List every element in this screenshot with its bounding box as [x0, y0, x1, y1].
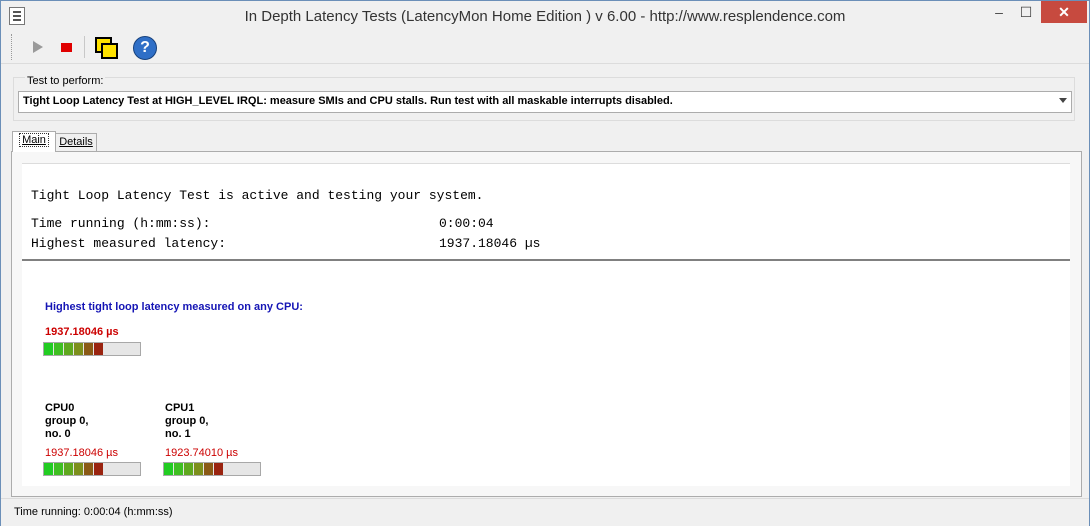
status-bar-text: Time running: 0:00:04 (h:mm:ss): [14, 506, 173, 518]
overall-meter: [43, 342, 141, 356]
chevron-down-icon[interactable]: [1059, 98, 1067, 103]
meter-segment: [84, 463, 93, 475]
cpu1-label: CPU1 group 0, no. 1: [165, 402, 209, 440]
stop-icon[interactable]: [55, 35, 79, 59]
meter-segment: [54, 463, 63, 475]
meter-segment: [64, 463, 73, 475]
tab-details[interactable]: Details: [55, 133, 97, 152]
window-title: In Depth Latency Tests (LatencyMon Home …: [244, 8, 846, 25]
meter-segment: [74, 343, 83, 355]
cpu1-meter: [163, 462, 261, 476]
meter-segment: [204, 463, 213, 475]
meter-segment: [214, 463, 223, 475]
toolbar-separator: [84, 36, 85, 58]
overall-value: 1937.18046 µs: [45, 326, 119, 338]
toolbar: ?: [1, 31, 1089, 64]
play-icon[interactable]: [25, 35, 49, 59]
meter-segment: [194, 463, 203, 475]
status-line: Tight Loop Latency Test is active and te…: [31, 188, 484, 203]
test-label: Test to perform:: [25, 75, 106, 87]
test-select-value: Tight Loop Latency Test at HIGH_LEVEL IR…: [23, 95, 673, 107]
cpu0-label: CPU0 group 0, no. 0: [45, 402, 89, 440]
maximize-button[interactable]: ☐: [1013, 1, 1039, 23]
meter-segment: [44, 463, 53, 475]
meter-segment: [94, 343, 103, 355]
help-icon[interactable]: ?: [132, 35, 157, 60]
title-bar[interactable]: In Depth Latency Tests (LatencyMon Home …: [1, 1, 1089, 31]
time-running-label: Time running (h:mm:ss):: [31, 216, 211, 231]
toolbar-grip[interactable]: [11, 34, 16, 60]
meter-segment: [64, 343, 73, 355]
info-box: Tight Loop Latency Test is active and te…: [22, 163, 1070, 260]
windows-icon[interactable]: [93, 35, 118, 59]
highest-latency-label: Highest measured latency:: [31, 236, 227, 251]
tab-main[interactable]: Main: [12, 131, 56, 152]
graph-box: Highest tight loop latency measured on a…: [22, 262, 1070, 486]
time-running-value: 0:00:04: [439, 216, 494, 231]
minimize-button[interactable]: –: [985, 1, 1013, 23]
cpu0-meter: [43, 462, 141, 476]
overall-label: Highest tight loop latency measured on a…: [45, 301, 303, 313]
status-bar: Time running: 0:00:04 (h:mm:ss): [1, 498, 1089, 526]
meter-segment: [54, 343, 63, 355]
meter-segment: [84, 343, 93, 355]
cpu0-value: 1937.18046 µs: [45, 447, 119, 459]
main-window: In Depth Latency Tests (LatencyMon Home …: [0, 0, 1090, 526]
meter-segment: [74, 463, 83, 475]
highest-latency-value: 1937.18046 µs: [439, 236, 541, 251]
close-button[interactable]: ✕: [1041, 1, 1087, 23]
meter-segment: [94, 463, 103, 475]
meter-segment: [164, 463, 173, 475]
cpu1-value: 1923.74010 µs: [165, 447, 239, 459]
test-select[interactable]: Tight Loop Latency Test at HIGH_LEVEL IR…: [18, 91, 1072, 113]
meter-segment: [184, 463, 193, 475]
meter-segment: [174, 463, 183, 475]
meter-segment: [44, 343, 53, 355]
